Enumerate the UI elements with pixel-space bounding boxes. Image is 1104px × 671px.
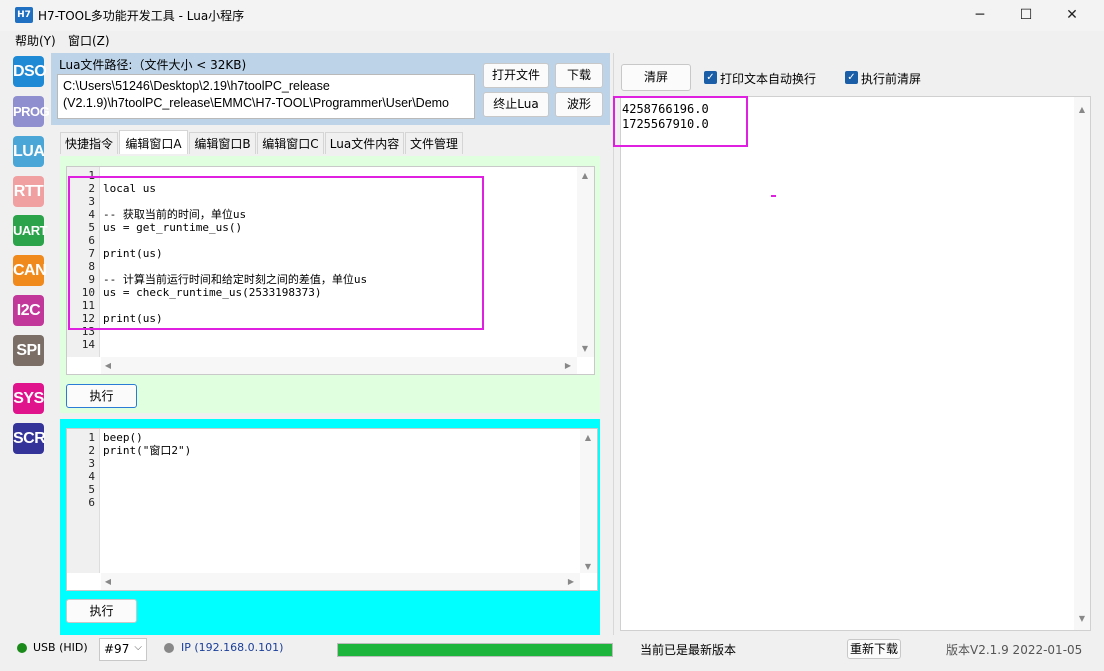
editor-a-vscrollbar[interactable] [577,167,594,357]
editor-b-vscrollbar[interactable] [580,429,597,573]
auto-wrap-label: 打印文本自动换行 [720,72,817,86]
menu-window[interactable]: 窗口(Z) [68,32,110,49]
run-button-a[interactable]: 执行 [66,384,137,408]
sidebar-sys-icon[interactable]: SYS [13,383,44,414]
waveform-button[interactable]: 波形 [555,92,603,117]
auto-wrap-checkbox[interactable]: ✓ [704,71,717,84]
tab-edit-b[interactable]: 编辑窗口B [189,132,256,154]
usb-status-dot-icon [17,643,27,653]
scroll-up-arrow-icon[interactable]: ▲ [582,433,594,443]
sidebar-dso-icon[interactable]: DSO [13,56,47,87]
code-text-b[interactable]: beep() print("窗口2") [103,431,573,571]
redownload-button[interactable]: 重新下载 [847,639,901,659]
progress-fill [338,644,612,656]
highlight-marker [771,195,776,197]
line-numbers-b: 1 2 3 4 5 6 [67,429,100,573]
scroll-up-arrow-icon[interactable]: ▲ [1076,105,1088,115]
lua-path-line1: C:\Users\51246\Desktop\2.19\h7toolPC_rel… [63,79,330,93]
device-select[interactable]: #97 ⌵ [99,638,147,661]
run-button-b[interactable]: 执行 [66,599,137,623]
progress-bar [337,643,613,657]
sidebar-i2c-icon[interactable]: I2C [13,295,44,326]
scroll-down-arrow-icon[interactable]: ▼ [1076,614,1088,624]
tab-lua-file-content[interactable]: Lua文件内容 [325,132,404,154]
scroll-down-arrow-icon[interactable]: ▼ [579,344,591,354]
tab-edit-a[interactable]: 编辑窗口A [119,130,188,154]
scroll-left-arrow-icon[interactable]: ◀ [103,361,113,371]
sidebar-lua-icon[interactable]: LUA [13,136,45,167]
device-select-value: #97 [104,642,130,656]
tab-file-management[interactable]: 文件管理 [405,132,463,154]
lua-path-field[interactable]: C:\Users\51246\Desktop\2.19\h7toolPC_rel… [57,74,475,119]
clear-before-run-label: 执行前清屏 [861,72,922,86]
scroll-up-arrow-icon[interactable]: ▲ [579,171,591,181]
sidebar-spi-icon[interactable]: SPI [13,335,44,366]
window-title: H7-TOOL多功能开发工具 - Lua小程序 [38,9,245,23]
download-button[interactable]: 下载 [555,63,603,88]
sidebar-uart-icon[interactable]: UART [13,215,48,246]
output-highlight-box [613,96,748,147]
ip-status-dot-icon [164,643,174,653]
scroll-right-arrow-icon[interactable]: ▶ [563,361,573,371]
version-status: 当前已是最新版本 [640,643,737,657]
open-file-button[interactable]: 打开文件 [483,63,549,88]
code-highlight-box [68,176,484,330]
stop-lua-button[interactable]: 终止Lua [483,92,549,117]
tab-quick-commands[interactable]: 快捷指令 [60,132,118,154]
lua-path-line2: (V2.1.9)\h7toolPC_release\EMMC\H7-TOOL\P… [63,96,450,110]
scroll-right-arrow-icon[interactable]: ▶ [566,577,576,587]
sidebar-scr-icon[interactable]: SCR [13,423,46,454]
usb-status: USB (HID) [33,641,88,654]
output-vscrollbar[interactable] [1074,97,1090,630]
tab-edit-c[interactable]: 编辑窗口C [257,132,324,154]
clear-screen-button[interactable]: 清屏 [621,64,691,91]
output-console[interactable] [620,96,1091,631]
chevron-down-icon: ⌵ [134,642,142,653]
app-icon: H7 [15,7,33,23]
clear-before-run-checkbox[interactable]: ✓ [845,71,858,84]
build-version: 版本V2.1.9 2022-01-05 [946,643,1083,657]
maximize-button[interactable]: ☐ [1003,0,1049,31]
sidebar-prog-icon[interactable]: PROG [13,96,50,127]
scroll-down-arrow-icon[interactable]: ▼ [582,562,594,572]
menu-help[interactable]: 帮助(Y) [15,32,56,49]
scroll-left-arrow-icon[interactable]: ◀ [103,577,113,587]
ip-status: IP (192.168.0.101) [181,641,284,654]
sidebar-rtt-icon[interactable]: RTT [13,176,44,207]
close-button[interactable]: ✕ [1049,0,1095,31]
minimize-button[interactable]: ─ [957,0,1003,31]
editor-a-hscrollbar[interactable] [101,357,577,374]
editor-b-hscrollbar[interactable] [101,573,580,590]
sidebar-can-icon[interactable]: CAN [13,255,47,286]
lua-path-label: Lua文件路径:（文件大小 < 32KB) [59,58,247,72]
